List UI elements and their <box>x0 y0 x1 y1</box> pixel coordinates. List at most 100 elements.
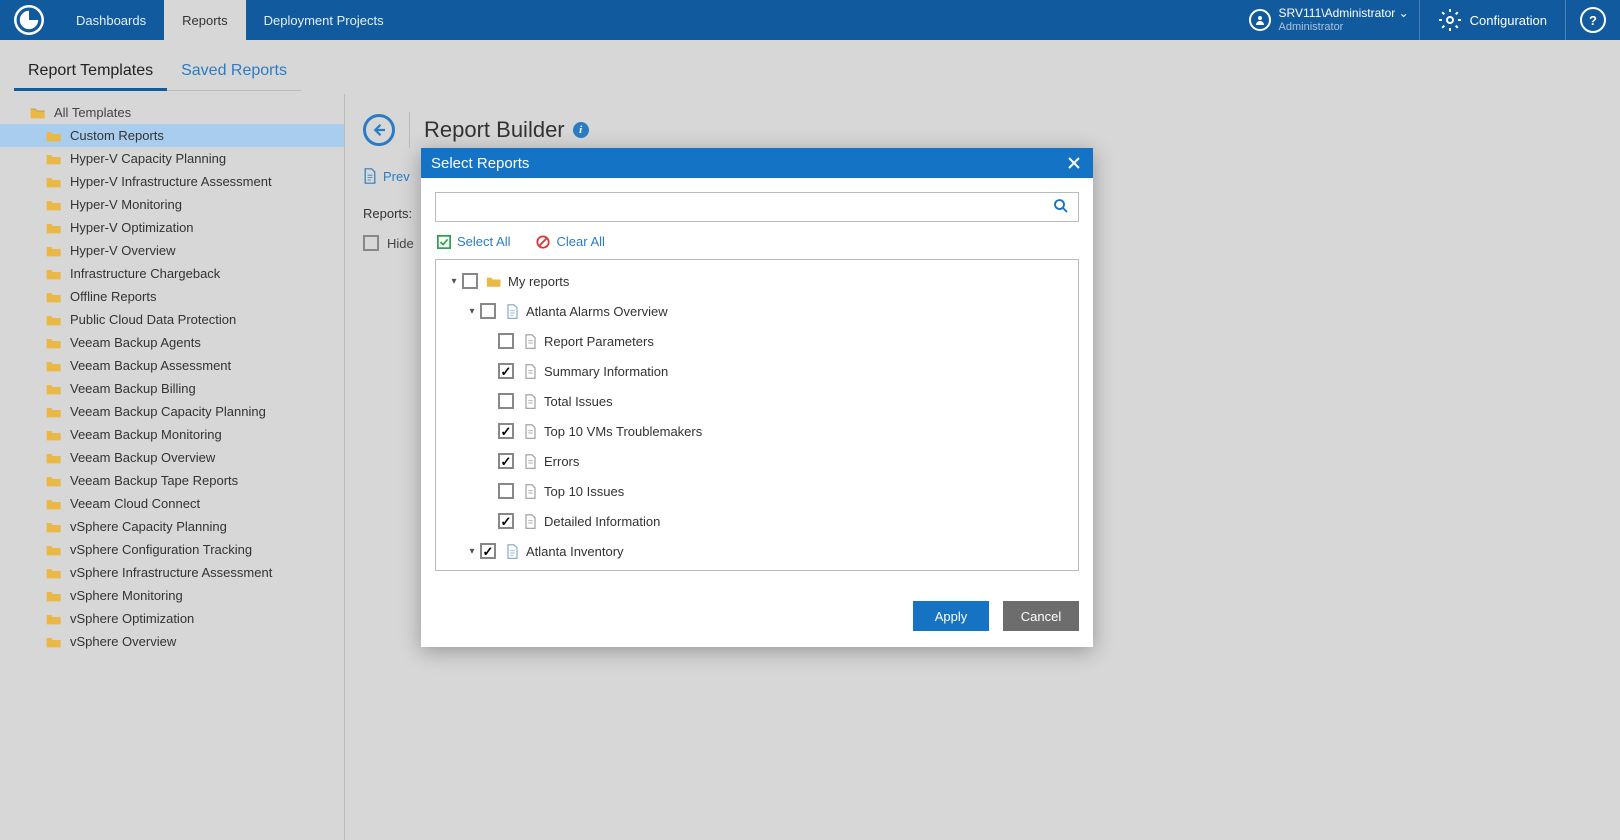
report-tree-row[interactable]: Report Parameters <box>440 326 1074 356</box>
folder-icon <box>46 290 62 304</box>
report-checkbox[interactable] <box>498 423 514 439</box>
tree-root-all-templates[interactable]: All Templates <box>0 101 345 124</box>
tree-item[interactable]: Hyper-V Capacity Planning <box>0 147 345 170</box>
report-checkbox[interactable] <box>498 393 514 409</box>
expand-toggle[interactable]: ▾ <box>466 546 478 557</box>
select-all-button[interactable]: Select All <box>437 234 510 249</box>
report-checkbox[interactable] <box>480 303 496 319</box>
page-title: Report Builder <box>424 117 565 143</box>
info-icon[interactable]: i <box>573 122 589 138</box>
tree-item[interactable]: vSphere Monitoring <box>0 584 345 607</box>
report-tree-row[interactable]: ▾Atlanta Alarms Overview <box>440 296 1074 326</box>
clear-all-button[interactable]: Clear All <box>536 234 604 249</box>
configuration-button[interactable]: Configuration <box>1420 0 1566 40</box>
tree-item[interactable]: vSphere Capacity Planning <box>0 515 345 538</box>
report-tree-row[interactable]: Summary Information <box>440 356 1074 386</box>
tree-item[interactable]: Hyper-V Optimization <box>0 216 345 239</box>
tree-item[interactable]: vSphere Overview <box>0 630 345 653</box>
report-tree-label: Total Issues <box>544 394 613 409</box>
tree-item-label: Veeam Backup Capacity Planning <box>70 404 266 419</box>
tree-item-label: Veeam Backup Tape Reports <box>70 473 238 488</box>
tree-item-label: Veeam Backup Monitoring <box>70 427 222 442</box>
folder-icon <box>46 428 62 442</box>
tree-item[interactable]: Veeam Cloud Connect <box>0 492 345 515</box>
dialog-close-button[interactable] <box>1065 154 1083 172</box>
folder-icon <box>46 520 62 534</box>
back-button[interactable] <box>363 114 395 146</box>
expand-toggle[interactable]: ▾ <box>448 276 460 287</box>
report-tree-label: Detailed Information <box>544 514 660 529</box>
tree-item-label: Veeam Backup Agents <box>70 335 201 350</box>
folder-icon <box>46 451 62 465</box>
report-tree-row[interactable]: Top 10 VMs Troublemakers <box>440 416 1074 446</box>
report-tree[interactable]: ▾My reports▾Atlanta Alarms OverviewRepor… <box>435 259 1079 571</box>
tree-item[interactable]: Custom Reports <box>0 124 345 147</box>
folder-icon <box>46 175 62 189</box>
subtabs: Report Templates Saved Reports <box>0 40 345 91</box>
user-menu[interactable]: SRV111\Administrator ⌄ Administrator <box>1239 0 1420 40</box>
arrow-left-icon <box>370 121 388 139</box>
tree-item-label: Infrastructure Chargeback <box>70 266 220 281</box>
folder-icon <box>46 635 62 649</box>
folder-icon <box>46 474 62 488</box>
report-checkbox[interactable] <box>498 513 514 529</box>
section-icon <box>524 334 537 349</box>
tree-item-label: Veeam Backup Billing <box>70 381 196 396</box>
apply-button[interactable]: Apply <box>913 601 989 631</box>
app-logo-icon <box>14 5 44 35</box>
cancel-button[interactable]: Cancel <box>1003 601 1079 631</box>
tree-item[interactable]: Hyper-V Monitoring <box>0 193 345 216</box>
tree-item-label: vSphere Capacity Planning <box>70 519 227 534</box>
report-checkbox[interactable] <box>498 333 514 349</box>
expand-toggle[interactable]: ▾ <box>466 306 478 317</box>
report-checkbox[interactable] <box>462 273 478 289</box>
tree-item[interactable]: Veeam Backup Billing <box>0 377 345 400</box>
report-checkbox[interactable] <box>498 453 514 469</box>
tree-item[interactable]: Veeam Backup Assessment <box>0 354 345 377</box>
tree-item[interactable]: vSphere Optimization <box>0 607 345 630</box>
folder-icon <box>46 244 62 258</box>
report-tree-row[interactable]: Total Issues <box>440 386 1074 416</box>
tree-item-label: Offline Reports <box>70 289 156 304</box>
report-tree-row[interactable]: Top 10 Issues <box>440 476 1074 506</box>
tree-item[interactable]: Veeam Backup Capacity Planning <box>0 400 345 423</box>
folder-open-icon <box>30 106 46 120</box>
folder-icon <box>46 543 62 557</box>
report-checkbox[interactable] <box>498 363 514 379</box>
report-tree-row[interactable]: ▾Atlanta Inventory <box>440 536 1074 566</box>
tree-item[interactable]: vSphere Configuration Tracking <box>0 538 345 561</box>
tree-item[interactable]: Veeam Backup Tape Reports <box>0 469 345 492</box>
tree-item[interactable]: Hyper-V Infrastructure Assessment <box>0 170 345 193</box>
help-button[interactable]: ? <box>1580 7 1606 33</box>
subtab-saved-reports[interactable]: Saved Reports <box>167 54 301 91</box>
tree-item[interactable]: Veeam Backup Monitoring <box>0 423 345 446</box>
document-icon <box>363 168 377 184</box>
nav-dashboards[interactable]: Dashboards <box>58 0 164 40</box>
nav-reports[interactable]: Reports <box>164 0 246 40</box>
report-checkbox[interactable] <box>498 483 514 499</box>
nav-deployment-projects[interactable]: Deployment Projects <box>246 0 402 40</box>
tree-item[interactable]: Public Cloud Data Protection <box>0 308 345 331</box>
report-tree-row[interactable]: Errors <box>440 446 1074 476</box>
report-tree-row[interactable]: Detailed Information <box>440 506 1074 536</box>
preview-link[interactable]: Prev <box>383 169 410 184</box>
tree-item-label: Hyper-V Capacity Planning <box>70 151 226 166</box>
dialog-title: Select Reports <box>431 155 529 172</box>
user-name: SRV111\Administrator ⌄ <box>1279 6 1409 20</box>
folder-icon <box>46 152 62 166</box>
tree-item[interactable]: Veeam Backup Agents <box>0 331 345 354</box>
tree-item[interactable]: Hyper-V Overview <box>0 239 345 262</box>
report-checkbox[interactable] <box>480 543 496 559</box>
tree-item[interactable]: Offline Reports <box>0 285 345 308</box>
tree-item-label: vSphere Overview <box>70 634 176 649</box>
hide-checkbox[interactable] <box>363 235 379 251</box>
report-tree-row[interactable]: ▾My reports <box>440 266 1074 296</box>
tree-item-label: vSphere Configuration Tracking <box>70 542 252 557</box>
tree-item[interactable]: vSphere Infrastructure Assessment <box>0 561 345 584</box>
search-button[interactable] <box>1052 197 1072 217</box>
subtab-report-templates[interactable]: Report Templates <box>14 54 167 91</box>
hide-label: Hide <box>387 236 414 251</box>
tree-item[interactable]: Infrastructure Chargeback <box>0 262 345 285</box>
search-input[interactable] <box>442 200 1052 215</box>
tree-item[interactable]: Veeam Backup Overview <box>0 446 345 469</box>
